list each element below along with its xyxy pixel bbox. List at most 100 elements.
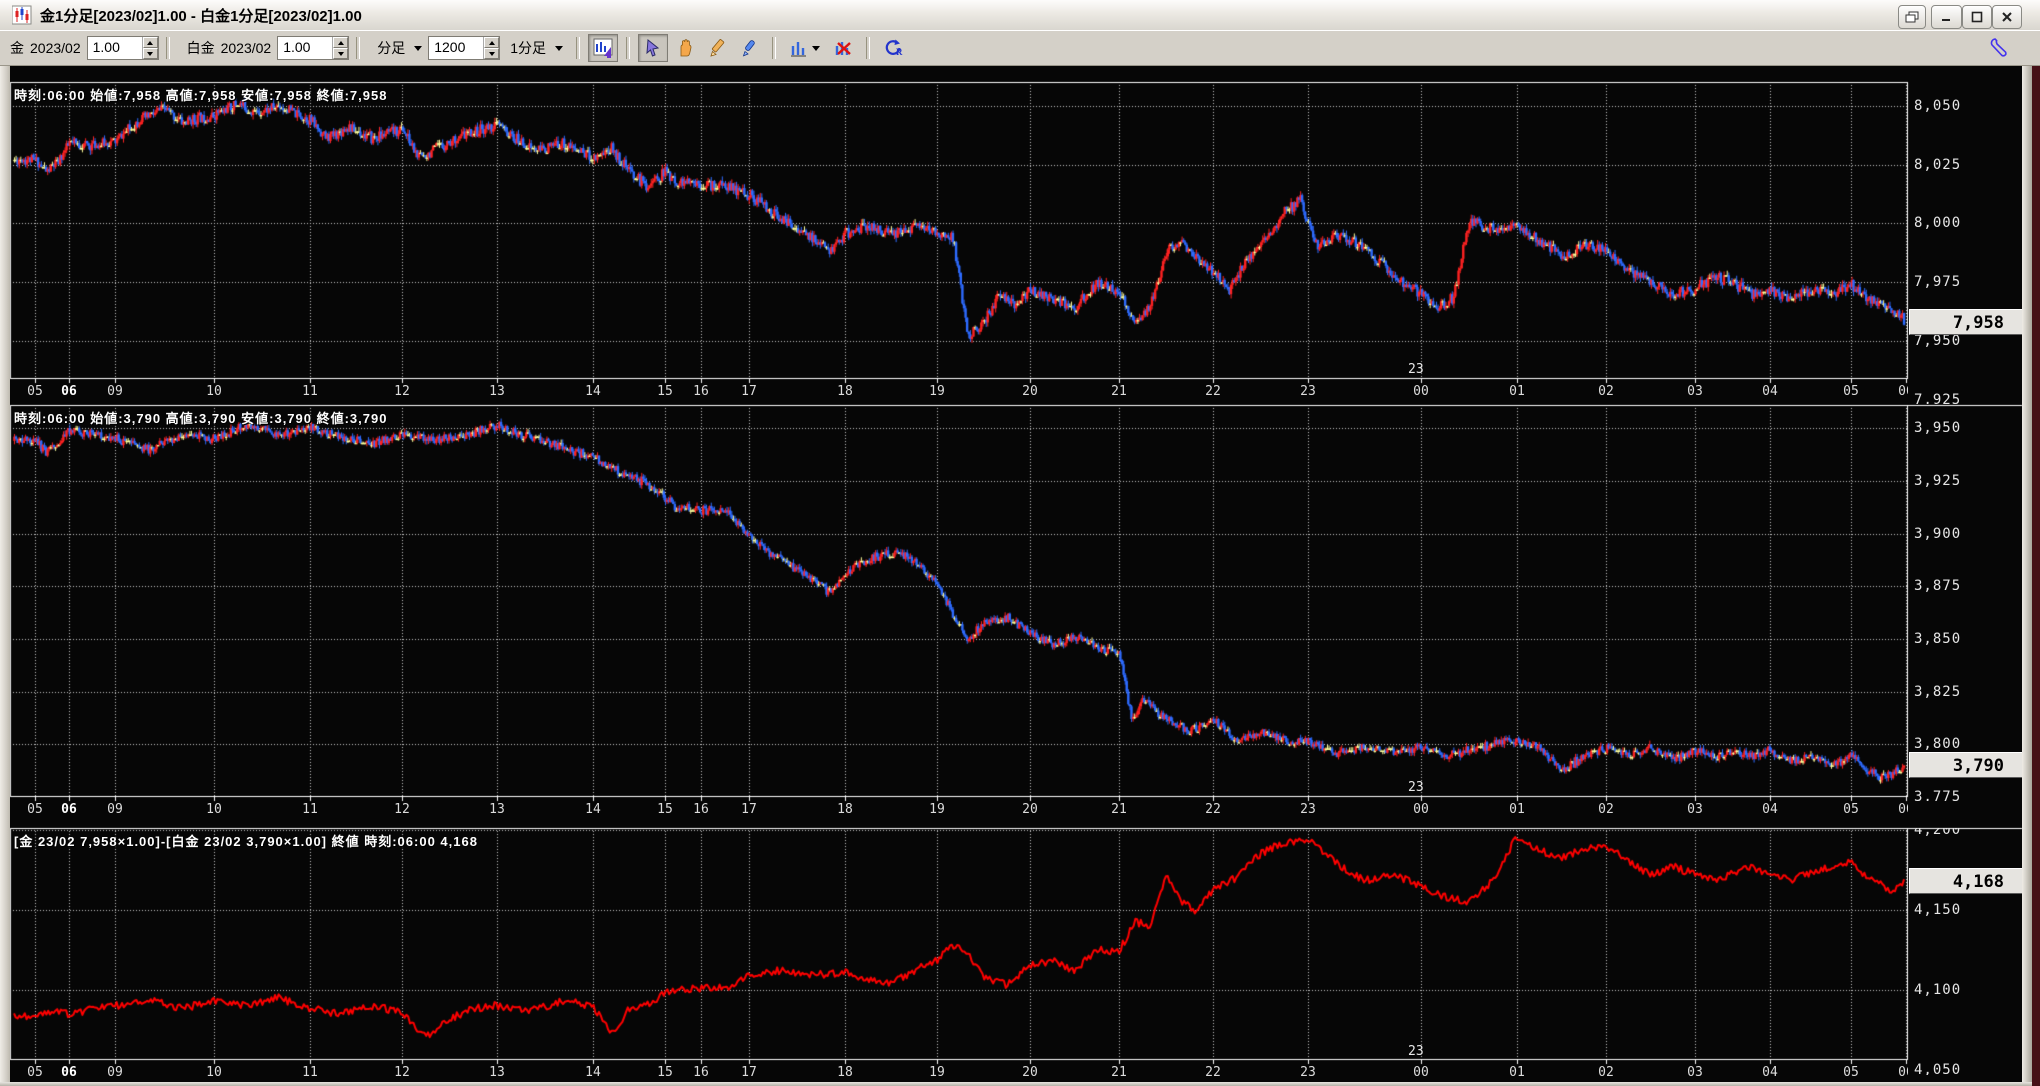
date-label: 23 — [1408, 1044, 1424, 1059]
bar-chart-menu-button[interactable] — [784, 34, 826, 62]
maximize-icon — [1971, 11, 1983, 23]
spin-down-button[interactable] — [484, 48, 499, 59]
window-title: 金1分足[2023/02]1.00 - 白金1分足[2023/02]1.00 — [40, 5, 362, 26]
x-axis-tick-label: 01 — [1509, 384, 1525, 399]
x-axis-tick-label: 01 — [1509, 802, 1525, 817]
x-axis-tick-label: 21 — [1111, 384, 1127, 399]
svg-text:R: R — [896, 47, 903, 57]
bar-count-value[interactable]: 1200 — [429, 37, 483, 59]
x-axis-tick-label: 23 — [1300, 802, 1316, 817]
x-axis-tick-label: 18 — [837, 802, 853, 817]
x-axis-tick-label: 23 — [1300, 1065, 1316, 1080]
x-axis-tick-label: 00 — [1413, 384, 1429, 399]
x-axis-tick-label: 10 — [206, 1065, 222, 1080]
bar-type-dropdown[interactable]: 分足 — [377, 38, 405, 58]
x-axis-tick-label: 17 — [741, 802, 757, 817]
spin-up-button[interactable] — [333, 37, 348, 48]
spin-down-button[interactable] — [333, 48, 348, 59]
spin-up-button[interactable] — [143, 37, 158, 48]
chevron-down-icon[interactable] — [812, 46, 820, 51]
x-axis-tick-label: 03 — [1687, 802, 1703, 817]
hand-icon — [675, 38, 695, 58]
y-axis: 8,0508,0258,0007,9757,9507,9257,958 — [1909, 82, 2022, 404]
x-axis-tick-label: 20 — [1022, 384, 1038, 399]
x-axis-tick-label: 11 — [302, 384, 318, 399]
x-axis-tick-label: 17 — [741, 1065, 757, 1080]
gold-multiplier-spinner[interactable]: 1.00 — [87, 36, 159, 60]
x-axis-tick-label: 03 — [1687, 384, 1703, 399]
x-axis-tick-label: 18 — [837, 1065, 853, 1080]
chart-settings-button[interactable] — [588, 34, 618, 62]
x-axis-tick-label: 15 — [657, 802, 673, 817]
line-draw-button[interactable] — [734, 34, 764, 62]
spin-down-button[interactable] — [143, 48, 158, 59]
toolbar-separator — [772, 37, 776, 59]
pencil-icon — [707, 38, 727, 58]
window-border-left — [0, 64, 10, 1086]
y-axis-tick-label: 3,950 — [1914, 420, 1961, 436]
x-axis-tick-label: 16 — [693, 802, 709, 817]
x-axis-tick-label: 13 — [489, 384, 505, 399]
x-axis-tick-label: 22 — [1205, 384, 1221, 399]
chart-info-line: [金 23/02 7,958×1.00]-[白金 23/02 3,790×1.0… — [14, 831, 478, 850]
y-axis-tick-label: 3,825 — [1914, 684, 1961, 700]
chart-info-line: 時刻:06:00 始値:3,790 高値:3,790 安値:3,790 終値:3… — [14, 408, 387, 427]
minimize-icon — [1941, 11, 1953, 23]
period-dropdown[interactable]: 1分足 — [510, 38, 546, 58]
y-axis-tick-label: 8,050 — [1914, 98, 1961, 114]
y-axis-tick-label: 3,900 — [1914, 526, 1961, 542]
settings-wrench-button[interactable] — [1984, 34, 2014, 62]
x-axis-tick-label: 02 — [1598, 1065, 1614, 1080]
x-axis-tick-label: 09 — [107, 1065, 123, 1080]
x-axis-tick-label: 01 — [1509, 1065, 1525, 1080]
x-axis-tick-label: 12 — [394, 802, 410, 817]
platinum-multiplier-value[interactable]: 1.00 — [278, 37, 332, 59]
x-axis-tick-label: 05 — [1843, 384, 1859, 399]
title-bar[interactable]: 金1分足[2023/02]1.00 - 白金1分足[2023/02]1.00 — [0, 0, 2040, 31]
hand-pan-button[interactable] — [670, 34, 700, 62]
x-axis-tick-label: 10 — [206, 802, 222, 817]
x-axis-tick-label: 05 — [27, 384, 43, 399]
gold-multiplier-value[interactable]: 1.00 — [88, 37, 142, 59]
x-axis-tick-label: 14 — [585, 1065, 601, 1080]
x-axis-tick-label: 21 — [1111, 802, 1127, 817]
x-axis-tick-label: 09 — [107, 384, 123, 399]
toolbar-separator — [166, 37, 170, 59]
maximize-button[interactable] — [1962, 5, 1992, 29]
y-axis: 3,9503,9253,9003,8753,8503,8253,8003,775… — [1909, 405, 2022, 801]
x-axis: 0506091011121314151617181920212223000102… — [10, 1062, 1908, 1082]
x-axis-tick-label: 06 — [1898, 802, 1908, 817]
x-axis-tick-label: 13 — [489, 1065, 505, 1080]
pen-line-icon — [739, 38, 759, 58]
reload-icon: R — [883, 38, 903, 58]
reload-button[interactable]: R — [878, 34, 908, 62]
x-axis-tick-label: 21 — [1111, 1065, 1127, 1080]
last-price-box: 7,958 — [1909, 309, 2022, 335]
y-axis-tick-label: 3,850 — [1914, 631, 1961, 647]
delete-study-button[interactable] — [828, 34, 858, 62]
x-axis-tick-label: 19 — [929, 1065, 945, 1080]
x-axis-tick-label: 15 — [657, 1065, 673, 1080]
spin-up-button[interactable] — [484, 37, 499, 48]
chevron-down-icon[interactable] — [414, 46, 422, 51]
select-cursor-button[interactable] — [638, 34, 668, 62]
chevron-down-icon[interactable] — [555, 46, 563, 51]
y-axis-tick-label: 4,150 — [1914, 902, 1961, 918]
platinum-month: 2023/02 — [221, 40, 272, 56]
x-axis-tick-label: 06 — [1898, 384, 1908, 399]
y-axis-tick-label: 4,200 — [1914, 828, 1961, 838]
x-axis-tick-label: 22 — [1205, 1065, 1221, 1080]
x-axis-tick-label: 06 — [61, 384, 77, 399]
platinum-multiplier-spinner[interactable]: 1.00 — [277, 36, 349, 60]
x-axis-tick-label: 06 — [61, 802, 77, 817]
chart-canvas[interactable] — [0, 0, 2040, 1086]
x-axis-tick-label: 13 — [489, 802, 505, 817]
y-axis-tick-label: 7,925 — [1914, 392, 1961, 404]
y-axis-tick-label: 4,100 — [1914, 982, 1961, 998]
bar-count-spinner[interactable]: 1200 — [428, 36, 500, 60]
close-button[interactable] — [1992, 5, 2022, 29]
minimize-button[interactable] — [1931, 5, 1962, 29]
pencil-draw-button[interactable] — [702, 34, 732, 62]
float-window-button[interactable] — [1898, 5, 1926, 29]
wrench-icon — [1987, 36, 2011, 60]
